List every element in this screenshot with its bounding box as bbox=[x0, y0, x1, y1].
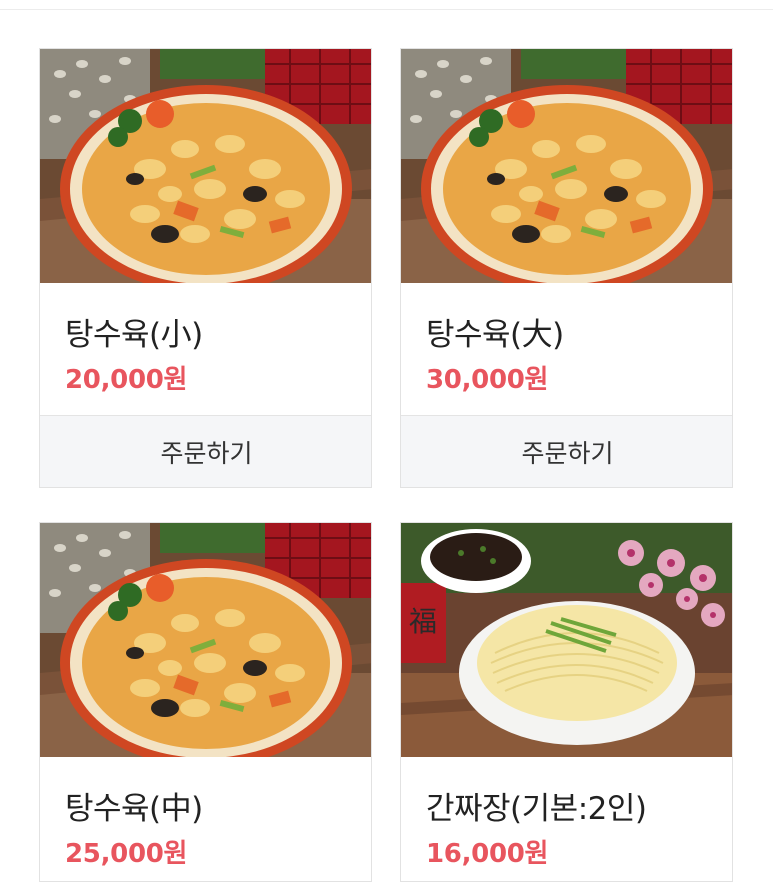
food-photo[interactable] bbox=[401, 49, 733, 283]
order-button[interactable]: 주문하기 bbox=[401, 415, 732, 487]
food-photo[interactable] bbox=[40, 49, 372, 283]
menu-item-card[interactable]: 탕수육(小) 20,000원 주문하기 bbox=[39, 48, 372, 488]
menu-item-price: 20,000원 bbox=[65, 365, 188, 395]
menu-item-card[interactable]: 간짜장(기본:2인) 16,000원 bbox=[400, 522, 733, 882]
menu-item-name: 간짜장(기본:2인) bbox=[426, 791, 647, 827]
menu-item-card[interactable]: 탕수육(大) 30,000원 주문하기 bbox=[400, 48, 733, 488]
menu-item-info: 탕수육(大) 30,000원 bbox=[401, 283, 732, 415]
menu-item-name: 탕수육(小) bbox=[65, 317, 203, 353]
order-button[interactable]: 주문하기 bbox=[40, 415, 371, 487]
menu-item-info: 간짜장(기본:2인) 16,000원 bbox=[401, 757, 732, 881]
food-photo[interactable] bbox=[401, 523, 733, 757]
menu-item-info: 탕수육(中) 25,000원 bbox=[40, 757, 371, 881]
food-photo[interactable] bbox=[40, 523, 372, 757]
menu-item-price: 25,000원 bbox=[65, 839, 188, 869]
menu-item-price: 30,000원 bbox=[426, 365, 549, 395]
menu-item-card[interactable]: 탕수육(中) 25,000원 bbox=[39, 522, 372, 882]
menu-item-info: 탕수육(小) 20,000원 bbox=[40, 283, 371, 415]
menu-item-price: 16,000원 bbox=[426, 839, 549, 869]
menu-item-name: 탕수육(中) bbox=[65, 791, 203, 827]
menu-item-name: 탕수육(大) bbox=[426, 317, 564, 353]
top-divider bbox=[0, 9, 773, 10]
